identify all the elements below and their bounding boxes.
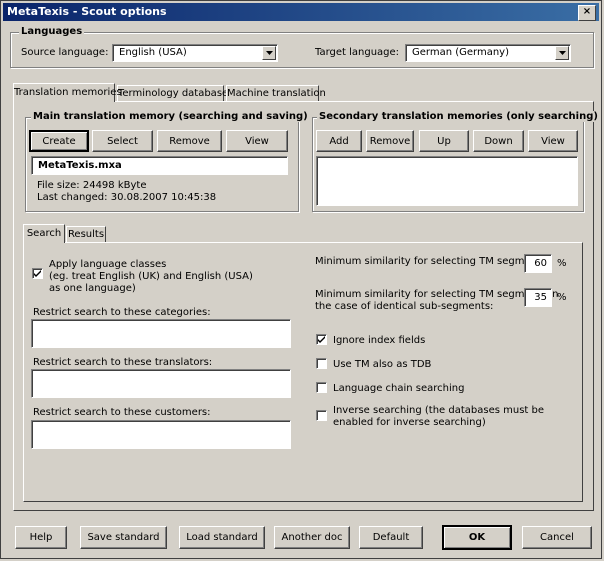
last-changed-text: Last changed: 30.08.2007 10:45:38 xyxy=(37,192,217,203)
min-similarity-label: Minimum similarity for selecting TM segm… xyxy=(315,256,550,267)
checkmark-icon xyxy=(34,270,41,277)
window-title: MetaTexis - Scout options xyxy=(7,5,167,18)
inverse-searching-checkbox[interactable] xyxy=(316,410,327,421)
restrict-customers-label: Restrict search to these customers: xyxy=(33,407,211,418)
tab-terminology-databases[interactable]: Terminology databases xyxy=(117,85,233,102)
tab-search[interactable]: Search xyxy=(23,224,65,243)
view-main-button[interactable]: View xyxy=(226,130,288,152)
restrict-customers-field[interactable] xyxy=(31,420,291,449)
cancel-button[interactable]: Cancel xyxy=(522,526,592,549)
restrict-categories-field[interactable] xyxy=(31,319,291,348)
target-language-label: Target language: xyxy=(315,47,400,58)
ignore-index-fields-label: Ignore index fields xyxy=(333,335,426,346)
help-button[interactable]: Help xyxy=(15,526,67,549)
language-chain-searching-checkbox[interactable] xyxy=(316,382,327,393)
default-button[interactable]: Default xyxy=(359,526,423,549)
apply-language-classes-checkbox[interactable] xyxy=(32,268,43,279)
use-tm-as-tdb-label: Use TM also as TDB xyxy=(333,359,432,370)
percent-sign: % xyxy=(557,258,567,269)
source-language-select[interactable]: English (USA) xyxy=(112,44,278,62)
languages-group-title: Languages xyxy=(19,26,85,37)
dialog-window: MetaTexis - Scout options × Languages So… xyxy=(0,0,602,559)
main-tm-title: Main translation memory (searching and s… xyxy=(31,111,310,122)
restrict-translators-field[interactable] xyxy=(31,369,291,398)
min-similarity-identical-input[interactable]: 35 xyxy=(524,288,552,307)
min-similarity-input[interactable]: 60 xyxy=(524,254,552,273)
add-button[interactable]: Add xyxy=(316,130,362,152)
secondary-tm-title: Secondary translation memories (only sea… xyxy=(317,111,600,122)
restrict-categories-label: Restrict search to these categories: xyxy=(33,307,211,318)
percent-sign: % xyxy=(557,292,567,303)
view-secondary-button[interactable]: View xyxy=(528,130,578,152)
down-button[interactable]: Down xyxy=(473,130,524,152)
restrict-translators-label: Restrict search to these translators: xyxy=(33,357,213,368)
secondary-tm-list[interactable] xyxy=(316,156,578,206)
chevron-down-icon[interactable] xyxy=(262,46,276,60)
tab-translation-memories[interactable]: Translation memories xyxy=(13,83,122,102)
ok-button[interactable]: OK xyxy=(442,525,512,550)
tab-results[interactable]: Results xyxy=(66,226,106,243)
language-chain-searching-label: Language chain searching xyxy=(333,383,465,394)
use-tm-as-tdb-checkbox[interactable] xyxy=(316,358,327,369)
checkmark-icon xyxy=(318,336,325,343)
up-button[interactable]: Up xyxy=(419,130,469,152)
remove-secondary-button[interactable]: Remove xyxy=(366,130,414,152)
source-language-value: English (USA) xyxy=(119,47,187,58)
title-bar: MetaTexis - Scout options × xyxy=(3,3,599,21)
main-tm-file-name: MetaTexis.mxa xyxy=(38,160,122,171)
tab-machine-translation[interactable]: Machine translation xyxy=(226,85,326,102)
target-language-select[interactable]: German (Germany) xyxy=(405,44,571,62)
target-language-value: German (Germany) xyxy=(412,47,509,58)
min-similarity-identical-label: Minimum similarity for selecting TM segm… xyxy=(315,289,559,312)
another-doc-button[interactable]: Another doc xyxy=(274,526,350,549)
save-standard-button[interactable]: Save standard xyxy=(80,526,167,549)
ignore-index-fields-checkbox[interactable] xyxy=(316,334,327,345)
inverse-searching-label: Inverse searching (the databases must be… xyxy=(333,405,545,428)
select-button[interactable]: Select xyxy=(92,130,153,152)
chevron-down-icon[interactable] xyxy=(555,46,569,60)
main-tm-file-field[interactable]: MetaTexis.mxa xyxy=(31,156,288,175)
remove-main-button[interactable]: Remove xyxy=(157,130,222,152)
file-size-text: File size: 24498 kByte xyxy=(37,180,147,191)
load-standard-button[interactable]: Load standard xyxy=(179,526,265,549)
apply-language-classes-label: Apply language classes (eg. treat Englis… xyxy=(49,259,253,294)
close-button[interactable]: × xyxy=(578,5,596,21)
source-language-label: Source language: xyxy=(21,47,109,58)
create-button[interactable]: Create xyxy=(29,130,89,152)
